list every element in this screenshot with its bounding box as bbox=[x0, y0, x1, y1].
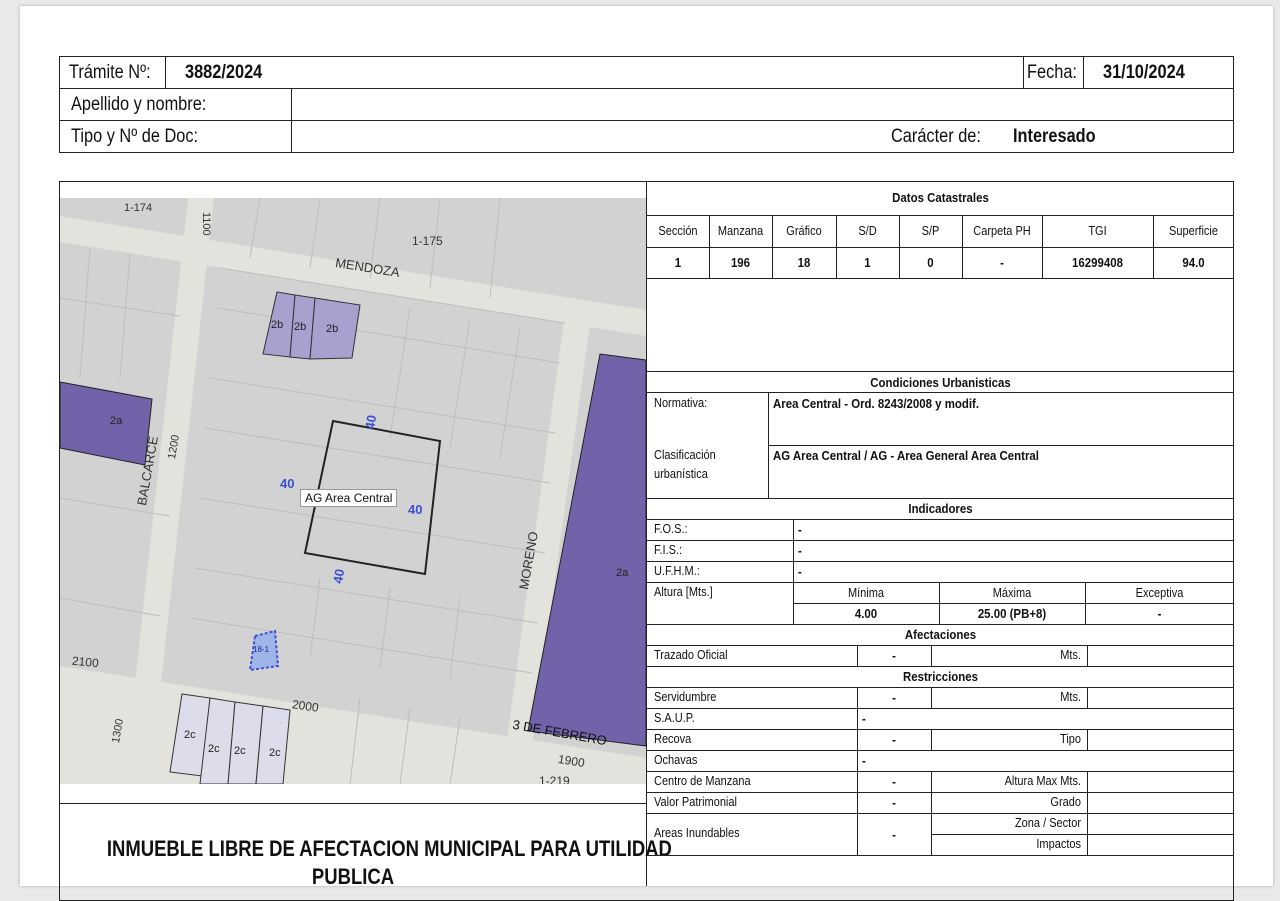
map-label-2100: 2100 bbox=[71, 653, 100, 671]
apellido-label: Apellido y nombre: bbox=[71, 94, 207, 115]
areas-inundables-label: Areas Inundables bbox=[654, 826, 740, 840]
map-label-40-right: 40 bbox=[408, 502, 423, 517]
map-label-2b-a: 2b bbox=[271, 319, 284, 331]
normativa-value: Area Central - Ord. 8243/2008 y modif. bbox=[773, 396, 980, 411]
cadastral-map: 1-174 1100 1-175 MENDOZA 2b 2b 2b 2a BAL… bbox=[60, 198, 646, 784]
catastro-header-sd: S/D bbox=[858, 224, 877, 238]
catastro-value-sp: 0 bbox=[927, 255, 934, 270]
saup-value: - bbox=[862, 711, 866, 726]
catastro-header-sp: S/P bbox=[921, 224, 940, 238]
map-label-2a-right: 2a bbox=[616, 567, 629, 579]
saup-label: S.A.U.P. bbox=[654, 711, 695, 725]
altura-label: Altura [Mts.] bbox=[654, 585, 713, 599]
catastro-header-seccion: Sección bbox=[658, 224, 698, 238]
tramite-label: Trámite Nº: bbox=[69, 62, 151, 83]
catastro-value-manzana: 196 bbox=[730, 255, 751, 270]
restricciones-title: Restricciones bbox=[902, 669, 979, 684]
altura-excepcional-label: Exceptiva bbox=[1135, 585, 1184, 600]
indicadores-title: Indicadores bbox=[908, 501, 973, 516]
altura-minima-value: 4.00 bbox=[854, 606, 878, 621]
map-label-40-top: 40 bbox=[362, 413, 380, 431]
ufhm-label: U.F.H.M.: bbox=[654, 564, 700, 578]
catastro-value-superficie: 94.0 bbox=[1182, 255, 1205, 270]
tramite-value: 3882/2024 bbox=[185, 62, 263, 83]
ochavas-value: - bbox=[862, 753, 866, 768]
normativa-label: Normativa: bbox=[654, 396, 708, 410]
trazado-value: - bbox=[892, 648, 896, 663]
tipo-doc-label: Tipo y Nº de Doc: bbox=[71, 126, 199, 147]
altura-maxima-label: Máxima bbox=[992, 585, 1032, 600]
caracter-label: Carácter de: bbox=[891, 126, 981, 147]
centro-manzana-unit: Altura Max Mts. bbox=[1004, 774, 1081, 788]
trazado-unit: Mts. bbox=[1060, 648, 1081, 662]
centro-manzana-label: Centro de Manzana bbox=[654, 774, 751, 788]
recova-value: - bbox=[892, 732, 896, 747]
map-label-18-1: 18-1 bbox=[253, 645, 270, 654]
impactos-label: Impactos bbox=[1036, 837, 1081, 851]
clasificacion-label-1: Clasificación bbox=[654, 448, 716, 462]
afectaciones-title: Afectaciones bbox=[904, 627, 977, 642]
map-label-2c-b: 2c bbox=[208, 743, 220, 755]
ochavas-label: Ochavas bbox=[654, 753, 698, 767]
map-label-40-left: 40 bbox=[280, 476, 295, 491]
valor-patrimonial-label: Valor Patrimonial bbox=[654, 795, 737, 809]
catastro-header-tgi: TGI bbox=[1088, 224, 1107, 238]
clasificacion-label-2: urbanística bbox=[654, 467, 708, 481]
map-label-1100: 1100 bbox=[200, 212, 212, 236]
fecha-value: 31/10/2024 bbox=[1103, 62, 1185, 83]
valor-patrimonial-unit: Grado bbox=[1050, 795, 1081, 809]
map-label-2b-b: 2b bbox=[294, 321, 307, 333]
areas-inundables-value: - bbox=[892, 826, 896, 842]
document-sheet: Trámite Nº: 3882/2024 Fecha: 31/10/2024 … bbox=[20, 6, 1273, 901]
zona-sector-label: Zona / Sector bbox=[1014, 816, 1081, 830]
catastro-value-tgi: 16299408 bbox=[1072, 255, 1123, 270]
altura-excepcional-value: - bbox=[1157, 606, 1162, 621]
caracter-value: Interesado bbox=[1013, 126, 1096, 147]
catastro-value-sd: 1 bbox=[864, 255, 871, 270]
catastro-header-manzana: Manzana bbox=[717, 224, 764, 238]
recova-unit: Tipo bbox=[1060, 732, 1081, 746]
map-label-1-174: 1-174 bbox=[124, 202, 153, 214]
footer-line-2: PUBLICA bbox=[311, 864, 395, 889]
catastro-header-grafico: Gráfico bbox=[786, 224, 822, 238]
catastro-title: Datos Catastrales bbox=[892, 190, 989, 205]
footer-line-1: INMUEBLE LIBRE DE AFECTACION MUNICIPAL P… bbox=[106, 836, 672, 861]
map-label-2c-a: 2c bbox=[184, 729, 196, 741]
clasificacion-value: AG Area Central / AG - Area General Area… bbox=[773, 448, 1039, 463]
fecha-label: Fecha: bbox=[1027, 62, 1077, 83]
fis-label: F.I.S.: bbox=[654, 543, 683, 557]
altura-minima-label: Mínima bbox=[847, 585, 885, 600]
urbanisticas-title: Condiciones Urbanisticas bbox=[870, 375, 1011, 390]
map-label-2a-left: 2a bbox=[110, 415, 123, 427]
valor-patrimonial-value: - bbox=[892, 795, 896, 810]
fos-value: - bbox=[798, 522, 802, 537]
trazado-label: Trazado Oficial bbox=[654, 648, 728, 662]
catastro-value-carpeta: - bbox=[1000, 255, 1004, 270]
ufhm-value: - bbox=[798, 564, 802, 579]
servidumbre-value: - bbox=[892, 690, 896, 705]
map-label-2c-c: 2c bbox=[234, 745, 246, 757]
fis-value: - bbox=[798, 543, 802, 558]
servidumbre-label: Servidumbre bbox=[654, 690, 717, 704]
catastro-value-seccion: 1 bbox=[674, 255, 682, 270]
map-label-1-219: 1-219 bbox=[539, 774, 570, 784]
catastro-header-carpeta: Carpeta PH bbox=[973, 224, 1031, 238]
catastro-header-superficie: Superficie bbox=[1169, 224, 1218, 238]
map-label-1-175: 1-175 bbox=[412, 234, 443, 248]
recova-label: Recova bbox=[654, 732, 692, 746]
map-label-2c-d: 2c bbox=[269, 747, 281, 759]
altura-maxima-value: 25.00 (PB+8) bbox=[977, 606, 1047, 621]
map-label-zone: AG Area Central bbox=[300, 489, 398, 507]
fos-label: F.O.S.: bbox=[654, 522, 688, 536]
catastro-value-grafico: 18 bbox=[797, 255, 811, 270]
map-label-40-bottom: 40 bbox=[330, 567, 348, 585]
servidumbre-unit: Mts. bbox=[1060, 690, 1081, 704]
centro-manzana-value: - bbox=[892, 774, 896, 789]
map-label-2b-c: 2b bbox=[326, 323, 339, 335]
